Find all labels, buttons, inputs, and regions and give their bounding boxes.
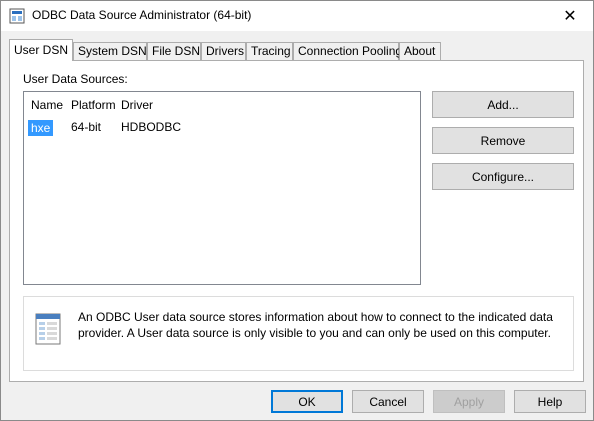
- tab-file-dsn[interactable]: File DSN: [147, 42, 201, 60]
- info-description: An ODBC User data source stores informat…: [78, 310, 553, 340]
- column-header-driver[interactable]: Driver: [121, 98, 153, 112]
- tab-tracing[interactable]: Tracing: [246, 42, 293, 60]
- tab-drivers[interactable]: Drivers: [201, 42, 246, 60]
- odbc-app-icon: [9, 8, 25, 24]
- tab-connection-pooling[interactable]: Connection Pooling: [293, 42, 402, 60]
- user-dsn-panel: User Data Sources: Name Platform Driver …: [9, 60, 584, 382]
- info-box: An ODBC User data source stores informat…: [23, 296, 574, 371]
- add-button[interactable]: Add...: [432, 91, 574, 118]
- column-header-name[interactable]: Name: [31, 98, 63, 112]
- tab-user-dsn[interactable]: User DSN: [9, 39, 73, 61]
- remove-button[interactable]: Remove: [432, 127, 574, 154]
- data-source-icon: [35, 313, 61, 345]
- title-bar: ODBC Data Source Administrator (64-bit) …: [1, 1, 593, 31]
- ok-button[interactable]: OK: [271, 390, 343, 413]
- row-platform-cell: 64-bit: [71, 120, 102, 134]
- odbc-admin-window: ODBC Data Source Administrator (64-bit) …: [0, 0, 594, 421]
- tab-system-dsn[interactable]: System DSN: [73, 42, 147, 60]
- configure-button[interactable]: Configure...: [432, 163, 574, 190]
- row-name-cell[interactable]: hxe: [28, 120, 54, 136]
- user-data-sources-label: User Data Sources:: [23, 72, 128, 86]
- apply-button[interactable]: Apply: [433, 390, 505, 413]
- close-icon: ✕: [563, 8, 577, 25]
- cancel-button[interactable]: Cancel: [352, 390, 424, 413]
- tab-about[interactable]: About: [399, 42, 441, 60]
- column-header-platform[interactable]: Platform: [71, 98, 116, 112]
- user-data-sources-list[interactable]: Name Platform Driver hxe 64-bit HDBODBC: [23, 91, 421, 285]
- close-button[interactable]: ✕: [547, 1, 593, 31]
- window-title: ODBC Data Source Administrator (64-bit): [32, 8, 252, 22]
- row-driver-cell: HDBODBC: [121, 120, 182, 134]
- help-button[interactable]: Help: [514, 390, 586, 413]
